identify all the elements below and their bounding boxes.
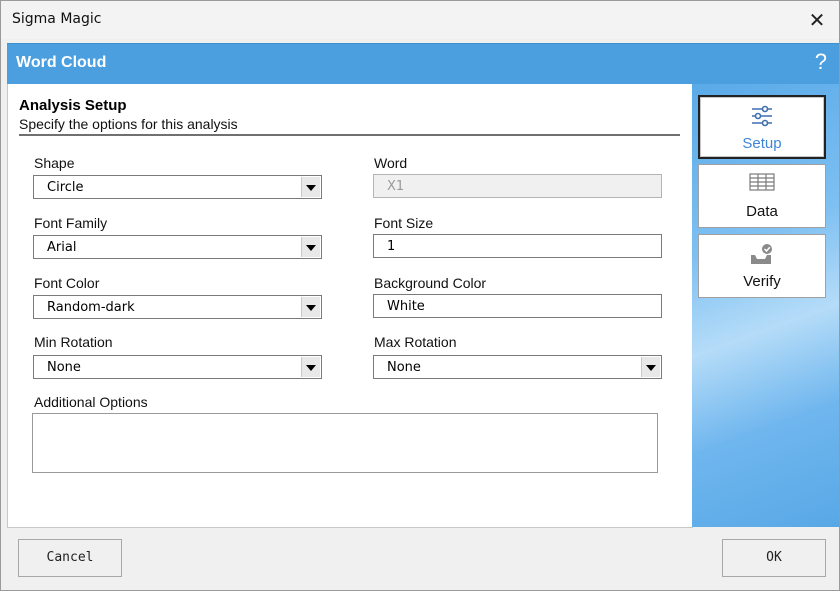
font-color-dropdown[interactable]: Random-dark [33, 295, 322, 319]
nav-verify-label: Verify [743, 273, 781, 290]
cancel-button[interactable]: Cancel [18, 539, 122, 577]
chevron-down-icon[interactable] [301, 357, 320, 377]
font-family-label: Font Family [34, 215, 108, 231]
inbox-check-icon [749, 243, 775, 269]
nav-setup-label: Setup [742, 135, 782, 152]
shape-value: Circle [47, 180, 84, 195]
word-field: X1 [373, 174, 662, 198]
title-bar: Sigma Magic ✕ [1, 1, 839, 39]
setup-panel: Analysis Setup Specify the options for t… [7, 84, 693, 528]
font-size-label: Font Size [374, 215, 434, 231]
background-color-value: White [387, 299, 425, 314]
dialog-header: Word Cloud ? [7, 43, 839, 84]
nav-data-button[interactable]: Data [698, 164, 826, 228]
font-color-label: Font Color [34, 275, 100, 291]
close-icon[interactable]: ✕ [805, 7, 829, 33]
table-icon [749, 173, 775, 195]
shape-label: Shape [34, 155, 75, 171]
font-family-value: Arial [47, 240, 77, 255]
chevron-down-icon[interactable] [641, 357, 660, 377]
nav-verify-button[interactable]: Verify [698, 234, 826, 298]
font-family-dropdown[interactable]: Arial [33, 235, 322, 259]
additional-options-label: Additional Options [34, 394, 148, 410]
shape-dropdown[interactable]: Circle [33, 175, 322, 199]
section-subtitle: Specify the options for this analysis [19, 116, 238, 132]
dialog-window: Sigma Magic ✕ Word Cloud ? Analysis Setu… [0, 0, 840, 591]
max-rotation-value: None [387, 360, 421, 375]
max-rotation-label: Max Rotation [374, 334, 457, 350]
font-size-value: 1 [387, 239, 396, 254]
help-icon[interactable]: ? [815, 49, 827, 75]
chevron-down-icon[interactable] [301, 237, 320, 257]
ok-button[interactable]: OK [722, 539, 826, 577]
font-color-value: Random-dark [47, 300, 135, 315]
chevron-down-icon[interactable] [301, 297, 320, 317]
max-rotation-dropdown[interactable]: None [373, 355, 662, 379]
word-label: Word [374, 155, 408, 171]
nav-setup-button[interactable]: Setup [698, 95, 826, 159]
navigation-sidebar: Setup Data Verify [692, 84, 839, 527]
min-rotation-value: None [47, 360, 81, 375]
min-rotation-dropdown[interactable]: None [33, 355, 322, 379]
dialog-title: Word Cloud [16, 54, 107, 71]
word-value: X1 [387, 179, 405, 194]
additional-options-textarea[interactable] [32, 413, 658, 473]
min-rotation-label: Min Rotation [34, 334, 113, 350]
background-color-label: Background Color [374, 275, 487, 291]
section-title: Analysis Setup [19, 97, 127, 114]
section-divider [19, 134, 680, 136]
sliders-icon [750, 105, 774, 131]
nav-data-label: Data [746, 203, 778, 220]
font-size-input[interactable]: 1 [373, 234, 662, 258]
window-title: Sigma Magic [12, 11, 102, 27]
chevron-down-icon[interactable] [301, 177, 320, 197]
background-color-input[interactable]: White [373, 294, 662, 318]
